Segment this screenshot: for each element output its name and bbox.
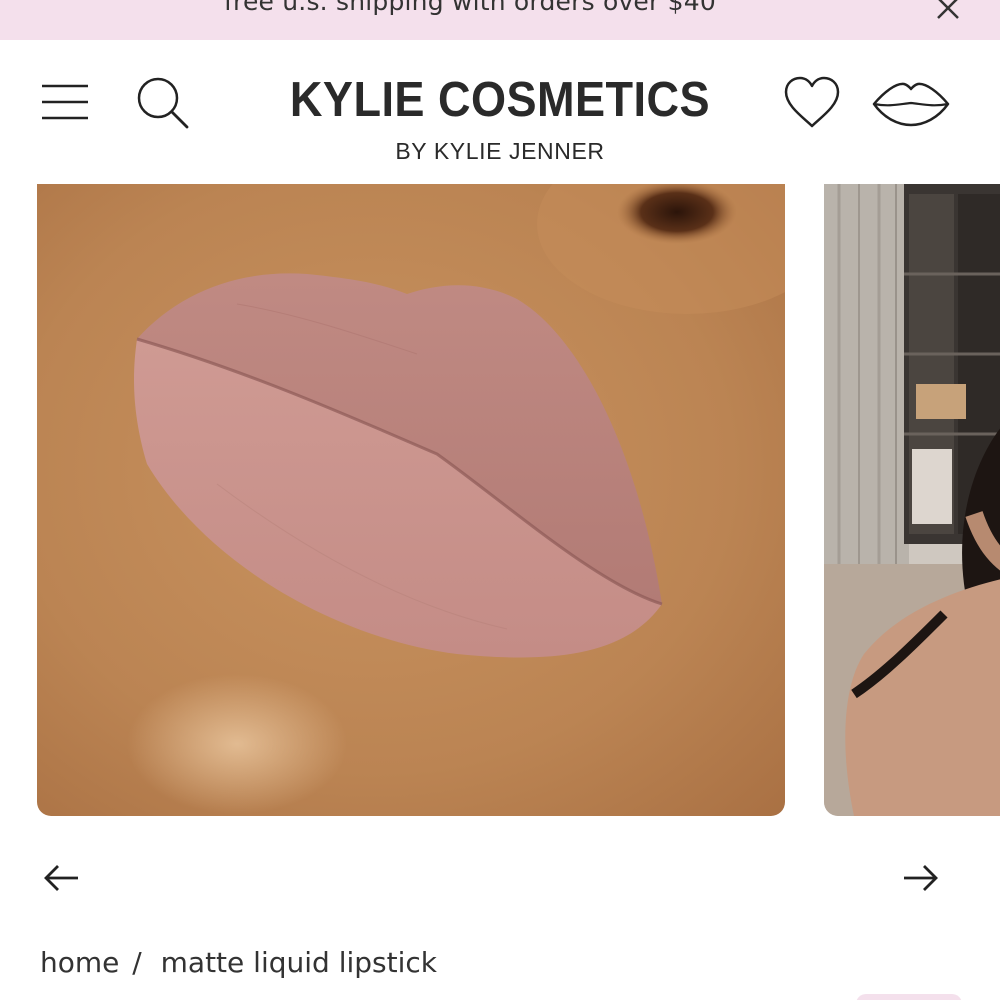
site-header: KYLIE COSMETICS BY KYLIE JENNER bbox=[0, 40, 1000, 184]
brand-logo[interactable]: KYLIE COSMETICS bbox=[270, 72, 730, 128]
search-icon[interactable] bbox=[134, 76, 192, 132]
product-image-carousel[interactable] bbox=[0, 184, 1000, 824]
model-photo[interactable] bbox=[824, 184, 1000, 816]
promo-banner: free u.s. shipping with orders over $40 bbox=[0, 0, 1000, 40]
brand-tagline: BY KYLIE JENNER bbox=[395, 138, 605, 164]
breadcrumb: home / matte liquid lipstick bbox=[40, 946, 437, 990]
heart-icon[interactable] bbox=[780, 74, 844, 132]
status-badge bbox=[856, 994, 962, 1000]
breadcrumb-current: matte liquid lipstick bbox=[160, 946, 437, 979]
lip-swatch-photo[interactable] bbox=[37, 184, 785, 816]
breadcrumb-home-link[interactable]: home bbox=[40, 946, 119, 979]
breadcrumb-separator: / bbox=[132, 946, 142, 979]
lips-bag-icon[interactable] bbox=[870, 80, 952, 128]
promo-text: free u.s. shipping with orders over $40 bbox=[224, 0, 716, 16]
arrow-left-icon[interactable] bbox=[40, 858, 84, 898]
arrow-right-icon[interactable] bbox=[898, 858, 942, 898]
menu-icon[interactable] bbox=[40, 82, 90, 122]
close-icon[interactable] bbox=[932, 0, 966, 26]
